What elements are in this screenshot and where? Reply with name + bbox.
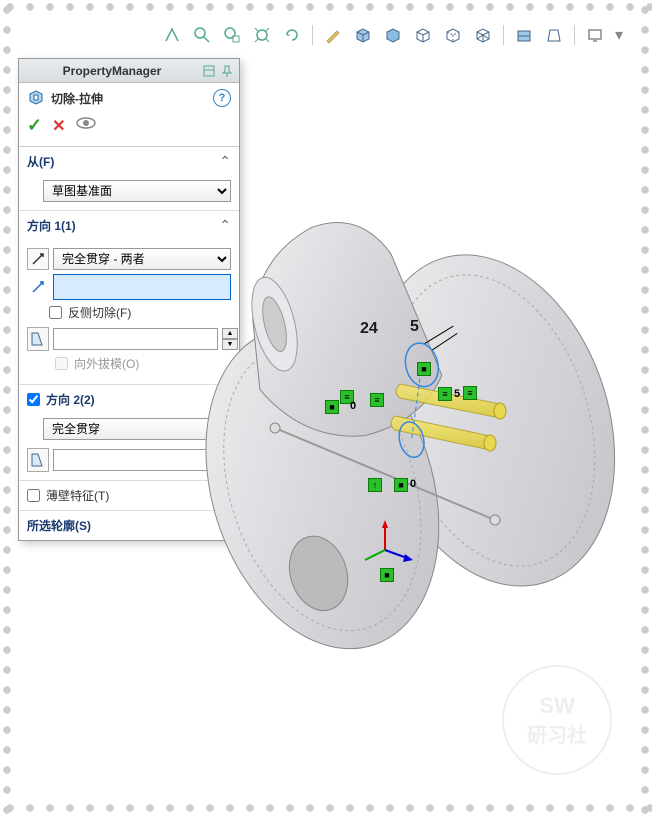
constraint-label: 0 — [410, 478, 416, 490]
constraint-glyph[interactable]: ≡ — [438, 387, 452, 401]
dimension-24[interactable]: 24 — [360, 320, 378, 338]
constraint-glyph[interactable]: ■ — [325, 400, 339, 414]
constraint-glyph[interactable]: ■ — [380, 568, 394, 582]
constraint-label: 0 — [350, 400, 356, 412]
constraint-glyph[interactable]: ≡ — [463, 386, 477, 400]
constraint-glyph[interactable]: ≡ — [370, 393, 384, 407]
constraint-label: 5 — [454, 388, 460, 400]
constraint-glyph[interactable]: ■ — [394, 478, 408, 492]
dimension-5[interactable]: 5 — [410, 318, 419, 336]
constraint-glyph[interactable]: ↑ — [368, 478, 382, 492]
constraint-glyph[interactable]: ■ — [417, 362, 431, 376]
